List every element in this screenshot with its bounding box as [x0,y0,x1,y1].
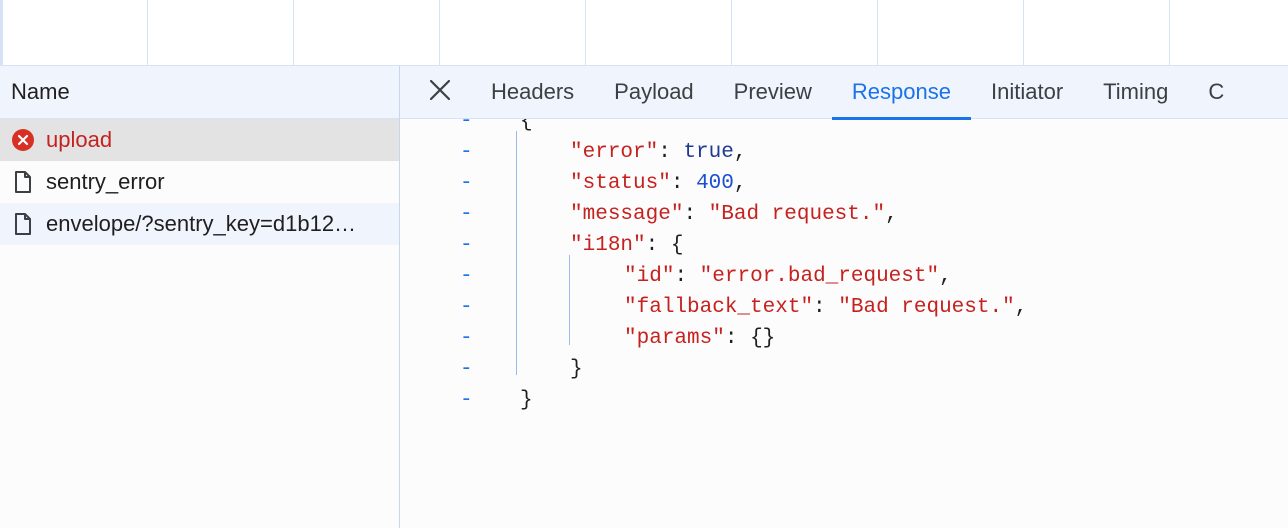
line-gutter-marker[interactable]: - [460,292,480,323]
waterfall-gridline [1023,0,1024,65]
tab-preview[interactable]: Preview [714,66,832,119]
json-value: true [683,141,734,164]
request-list-panel: Name upload sentry_error envelope/?sentr… [0,66,400,528]
waterfall-gridline [439,0,440,65]
json-brace: } [520,389,533,412]
request-detail-panel: Headers Payload Preview Response Initiat… [400,66,1288,528]
code-line: { [520,119,533,137]
json-value: {} [750,327,776,350]
name-column-header[interactable]: Name [0,66,399,119]
code-line: } [520,385,533,416]
json-key: params [636,327,713,350]
tab-payload[interactable]: Payload [594,66,714,119]
tab-cookies[interactable]: C [1188,66,1244,119]
code-line: "error": true, [570,141,747,164]
request-row-envelope[interactable]: envelope/?sentry_key=d1b12… [0,203,399,245]
request-row-upload[interactable]: upload [0,119,399,161]
code-line: "params": {} [624,327,776,350]
json-brace: } [570,358,583,381]
tab-timing[interactable]: Timing [1083,66,1188,119]
detail-tab-bar: Headers Payload Preview Response Initiat… [400,66,1288,120]
waterfall-gridline [1169,0,1170,65]
line-gutter-marker[interactable]: - [460,168,480,199]
line-gutter-marker[interactable]: - [460,199,480,230]
json-brace: { [520,119,533,133]
request-row-sentry-error[interactable]: sentry_error [0,161,399,203]
code-line: } [570,354,583,385]
error-circle-icon [11,128,35,152]
json-value: "Bad request." [708,203,886,226]
code-line: "status": 400, [570,172,747,195]
line-gutter-marker[interactable]: - [460,230,480,261]
tab-headers[interactable]: Headers [480,66,594,119]
json-value: "error.bad_request" [699,265,940,288]
waterfall-selection-bar [0,0,3,65]
line-gutter-marker[interactable]: - [460,354,480,385]
indent-guide [569,255,570,345]
waterfall-overview [0,0,1288,66]
json-value: 400 [696,172,734,195]
tab-response[interactable]: Response [831,66,972,120]
json-value: "Bad request." [838,296,1015,319]
response-body-viewer[interactable]: - { - "error": true, - "status": 400, - "messag… [400,119,1288,527]
waterfall-gridline [293,0,294,65]
json-key: status [582,172,659,195]
close-icon [429,79,451,106]
json-key: error [582,141,646,164]
json-key: id [636,265,662,288]
waterfall-gridline [731,0,732,65]
line-gutter-marker[interactable]: - [460,137,480,168]
document-icon [11,212,35,236]
waterfall-gridline [877,0,878,65]
json-key: fallback_text [636,296,801,319]
request-name: sentry_error [46,169,165,194]
document-icon [11,170,35,194]
code-line: "id": "error.bad_request", [624,265,952,288]
code-line: "message": "Bad request.", [570,203,898,226]
json-key: i18n [582,234,634,257]
code-line: "fallback_text": "Bad request.", [624,296,1028,319]
code-line: "i18n": { [570,234,684,257]
json-value: { [670,234,684,257]
line-gutter-marker[interactable]: - [460,119,480,137]
line-gutter-marker[interactable]: - [460,323,480,354]
line-gutter-marker[interactable]: - [460,385,480,416]
line-gutter-marker[interactable]: - [460,261,480,292]
waterfall-gridline [147,0,148,65]
request-name: envelope/?sentry_key=d1b12… [46,211,357,236]
request-name: upload [46,127,113,152]
name-column-label: Name [11,79,70,104]
tab-initiator[interactable]: Initiator [971,66,1083,119]
close-detail-button[interactable] [400,66,480,119]
indent-guide [516,131,517,375]
json-key: message [582,203,671,226]
waterfall-gridline [585,0,586,65]
